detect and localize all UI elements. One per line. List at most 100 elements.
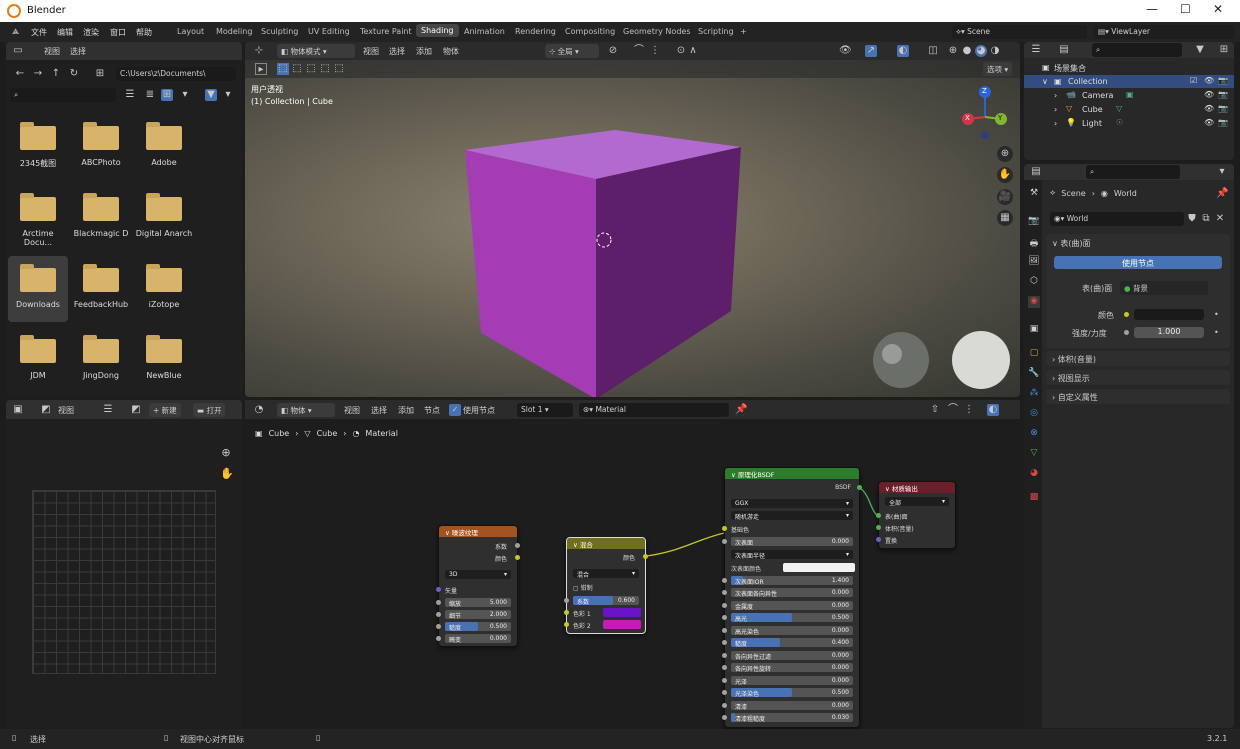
folder-item[interactable]: FeedbackHub xyxy=(71,264,131,309)
tab-uv-editing[interactable]: UV Editing xyxy=(308,27,350,36)
socket-base-color[interactable] xyxy=(722,526,727,531)
clamp-checkbox[interactable]: ▢ 钳制 xyxy=(573,583,593,592)
mix-rgb-node[interactable]: ∨ 混合 颜色 混合 ▾ ▢ 钳制 系数 0.600 色彩 1 色彩 2 xyxy=(564,537,648,634)
folder-item[interactable]: Digital Anarch xyxy=(134,193,194,238)
outliner-row-cube[interactable]: › ▽ Cube ▽ 👁 📷 xyxy=(1024,103,1234,116)
volume-section[interactable]: › 体积(音量) xyxy=(1046,351,1230,366)
fake-user-icon[interactable]: ⛊ xyxy=(1186,213,1198,225)
bsdf-field-11[interactable]: 清漆 0.000 xyxy=(731,701,853,711)
folder-item[interactable]: Adobe xyxy=(134,122,194,167)
color2-swatch[interactable] xyxy=(603,620,641,629)
close-button[interactable]: ✕ xyxy=(1213,2,1223,16)
principled-bsdf-node[interactable]: ∨ 原理化BSDF BSDF GGX ▾ 随机游走 ▾ 基础色 次表面 0.000 次表… xyxy=(722,467,862,728)
texture-tab-icon[interactable]: ▩ xyxy=(1028,492,1040,504)
list-view-icon[interactable]: ☰ xyxy=(124,89,136,101)
particles-tab-icon[interactable]: ⁂ xyxy=(1028,388,1040,400)
socket-bsdf[interactable] xyxy=(857,485,862,490)
new-image-button[interactable]: + 新建 xyxy=(149,403,181,417)
editor-type-icon[interactable]: ▭ xyxy=(12,45,24,57)
menu-render[interactable]: 渲染 xyxy=(83,27,99,38)
folder-item[interactable]: 2345截图 xyxy=(8,122,68,169)
socket-color[interactable] xyxy=(643,554,648,559)
custom-properties-section[interactable]: › 自定义属性 xyxy=(1046,389,1230,404)
menu-edit[interactable]: 编辑 xyxy=(57,27,73,38)
bsdf-field-9[interactable]: 光泽 0.000 xyxy=(731,676,853,686)
forward-arrow-icon[interactable]: → xyxy=(32,68,44,80)
editor-type-icon[interactable]: ▤ xyxy=(1030,166,1042,178)
eye-icon[interactable]: 👁 xyxy=(1204,76,1214,85)
display-mode-icon[interactable]: ▤ xyxy=(1058,44,1070,56)
tab-rendering[interactable]: Rendering xyxy=(515,27,556,36)
collection-tab-icon[interactable]: ▣ xyxy=(1028,324,1040,336)
bsdf-field-10[interactable]: 光泽染色 0.500 xyxy=(731,688,853,698)
tab-animation[interactable]: Animation xyxy=(464,27,505,36)
image-browse-icon[interactable]: ◩ xyxy=(130,404,142,416)
surface-shader-field[interactable]: ● 背景 xyxy=(1120,281,1208,295)
mix-factor-field[interactable]: 系数 0.600 xyxy=(573,596,639,606)
chevron-down-icon[interactable]: ▾ xyxy=(222,89,234,101)
eye-icon[interactable]: 👁 xyxy=(1204,118,1214,127)
view-layer-tab-icon[interactable]: 🖼 xyxy=(1028,256,1040,268)
tab-shading[interactable]: Shading xyxy=(416,24,459,37)
tab-scripting[interactable]: Scripting xyxy=(698,27,734,36)
blender-menu-icon[interactable]: ⟁ xyxy=(12,27,19,37)
new-collection-icon[interactable]: ⊞ xyxy=(1218,44,1230,56)
tool-tab-icon[interactable]: ⚒ xyxy=(1028,188,1040,200)
constraints-tab-icon[interactable]: ⊗ xyxy=(1028,428,1040,440)
folder-item-selected[interactable]: Downloads xyxy=(8,256,68,322)
editor-type-icon[interactable]: ▣ xyxy=(12,404,24,416)
menu-window[interactable]: 窗口 xyxy=(110,27,126,38)
folder-item[interactable]: JingDong xyxy=(71,335,131,380)
parent-dir-icon[interactable]: ↑ xyxy=(50,68,62,80)
viewlayer-selector[interactable]: ▤▾ ViewLayer xyxy=(1094,25,1234,39)
strength-field[interactable]: 1.000 xyxy=(1134,327,1204,338)
world-selector[interactable]: ◉▾ World xyxy=(1050,212,1184,226)
folder-item[interactable]: iZotope xyxy=(134,264,194,309)
eye-icon[interactable]: 👁 xyxy=(1204,104,1214,113)
tab-compositing[interactable]: Compositing xyxy=(565,27,615,36)
menu-file[interactable]: 文件 xyxy=(31,27,47,38)
cube-render[interactable] xyxy=(245,42,1020,397)
material-output-node[interactable]: ∨ 材质输出 全部 ▾ 表(曲)面 体积(音量) 置换 xyxy=(876,481,956,549)
scene-selector[interactable]: ⟡▾ Scene xyxy=(952,25,1087,39)
menu-view[interactable]: 视图 xyxy=(44,46,60,57)
camera-render-icon[interactable]: 📷 xyxy=(1218,90,1228,99)
noise-scale-field[interactable]: 缩放 5.000 xyxy=(445,598,511,608)
menu-list-icon[interactable]: ☰ xyxy=(102,404,114,416)
bsdf-field-4[interactable]: 高光 0.500 xyxy=(731,613,853,623)
new-folder-icon[interactable]: ⊞ xyxy=(94,68,106,80)
distribution-dropdown[interactable]: GGX ▾ xyxy=(731,499,853,508)
section-toggle[interactable]: ∨ 表(曲)面 xyxy=(1052,238,1091,249)
chevron-down-icon[interactable]: ▾ xyxy=(179,89,191,101)
camera-view-icon[interactable]: 🎥 xyxy=(997,189,1013,205)
minimize-button[interactable]: — xyxy=(1146,2,1158,16)
physics-tab-icon[interactable]: ◎ xyxy=(1028,408,1040,420)
hand-pan-icon[interactable]: ✋ xyxy=(997,167,1013,183)
noise-roughness-field[interactable]: 糙度 0.500 xyxy=(445,622,511,632)
zoom-icon[interactable]: ⊕ xyxy=(220,447,232,459)
modifier-tab-icon[interactable]: 🔧 xyxy=(1028,368,1040,380)
socket-color[interactable] xyxy=(515,555,520,560)
folder-item[interactable]: ABCPhoto xyxy=(71,122,131,167)
open-image-button[interactable]: ▬ 打开 xyxy=(193,403,226,417)
keyframe-dot-icon[interactable]: • xyxy=(1214,310,1219,319)
color1-swatch[interactable] xyxy=(603,608,641,617)
socket-fac[interactable] xyxy=(515,543,520,548)
viewport-display-section[interactable]: › 视图显示 xyxy=(1046,370,1230,385)
chevron-down-icon[interactable]: ▾ xyxy=(1216,166,1228,178)
back-arrow-icon[interactable]: ← xyxy=(14,68,26,80)
maximize-button[interactable]: ☐ xyxy=(1180,2,1191,16)
use-nodes-button[interactable]: 使用节点 xyxy=(1054,256,1222,269)
bsdf-field-3[interactable]: 金属度 0.000 xyxy=(731,601,853,611)
outliner-row-camera[interactable]: › 📹 Camera ▣ 👁 📷 xyxy=(1024,89,1234,102)
object-tab-icon[interactable]: ▢ xyxy=(1028,348,1040,360)
bsdf-field-0[interactable]: 次表面 0.000 xyxy=(731,537,853,547)
output-target-dropdown[interactable]: 全部 ▾ xyxy=(885,497,949,507)
noise-detail-field[interactable]: 细节 2.000 xyxy=(445,610,511,620)
close-icon[interactable]: ✕ xyxy=(1214,213,1226,225)
pin-icon[interactable]: 📌 xyxy=(1216,188,1228,200)
sss-method-dropdown[interactable]: 随机游走 ▾ xyxy=(731,511,853,521)
thumbnail-view-icon[interactable]: ⊞ xyxy=(161,89,173,101)
bsdf-field-12[interactable]: 清漆粗糙度 0.030 xyxy=(731,713,853,723)
camera-render-icon[interactable]: 📷 xyxy=(1218,118,1228,127)
